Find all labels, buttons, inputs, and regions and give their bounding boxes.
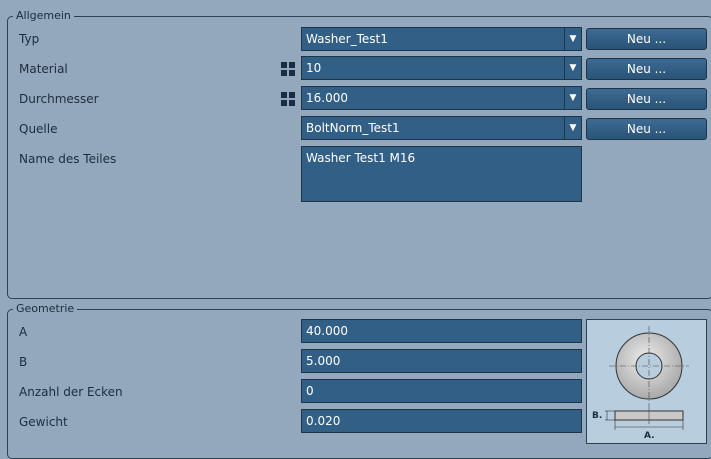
diameter-grid-selector-icon[interactable]	[281, 92, 295, 106]
general-group-title: Allgemein	[13, 9, 74, 23]
source-value: BoltNorm_Test1	[306, 121, 400, 135]
dim-b-text: B.	[592, 411, 602, 421]
chevron-down-icon[interactable]: ▼	[564, 87, 581, 109]
dim-a-label: A	[19, 325, 28, 339]
chevron-down-icon[interactable]: ▼	[564, 28, 581, 50]
source-dropdown[interactable]: BoltNorm_Test1 ▼	[301, 116, 582, 140]
washer-drawing-icon: B. A.	[592, 326, 689, 441]
chevron-down-icon[interactable]: ▼	[564, 117, 581, 139]
material-value: 10	[306, 61, 322, 75]
new-material-button[interactable]: Neu ...	[586, 58, 707, 80]
material-grid-selector-icon[interactable]	[281, 62, 295, 76]
weight-value: 0.020	[306, 414, 341, 428]
washer-preview: B. A.	[586, 319, 707, 444]
corners-count-value: 0	[306, 384, 314, 398]
dim-a-input[interactable]: 40.000	[301, 319, 582, 343]
material-label: Material	[19, 62, 68, 76]
diameter-dropdown[interactable]: 16.000 ▼	[301, 86, 582, 110]
dim-b-label: B	[19, 355, 28, 369]
type-label: Typ	[19, 32, 40, 46]
dim-b-value: 5.000	[306, 354, 341, 368]
corners-count-input[interactable]: 0	[301, 379, 582, 403]
type-dropdown[interactable]: Washer_Test1 ▼	[301, 27, 582, 51]
part-name-value: Washer Test1 M16	[306, 151, 416, 165]
weight-input[interactable]: 0.020	[301, 409, 582, 433]
part-name-label: Name des Teiles	[19, 152, 117, 166]
new-type-button[interactable]: Neu ...	[586, 28, 707, 50]
geometry-group-title: Geometrie	[13, 302, 78, 316]
corners-count-label: Anzahl der Ecken	[19, 385, 123, 399]
dim-a-text: A.	[644, 431, 655, 441]
dim-a-value: 40.000	[306, 324, 348, 338]
material-dropdown[interactable]: 10 ▼	[301, 56, 582, 80]
new-diameter-button[interactable]: Neu ...	[586, 88, 707, 110]
new-source-button[interactable]: Neu ...	[586, 118, 707, 140]
chevron-down-icon[interactable]: ▼	[564, 57, 581, 79]
source-label: Quelle	[19, 122, 58, 136]
diameter-label: Durchmesser	[19, 92, 99, 106]
diameter-value: 16.000	[306, 91, 348, 105]
type-value: Washer_Test1	[306, 32, 388, 46]
part-name-textarea[interactable]: Washer Test1 M16	[301, 146, 582, 202]
weight-label: Gewicht	[19, 415, 68, 429]
dim-b-input[interactable]: 5.000	[301, 349, 582, 373]
